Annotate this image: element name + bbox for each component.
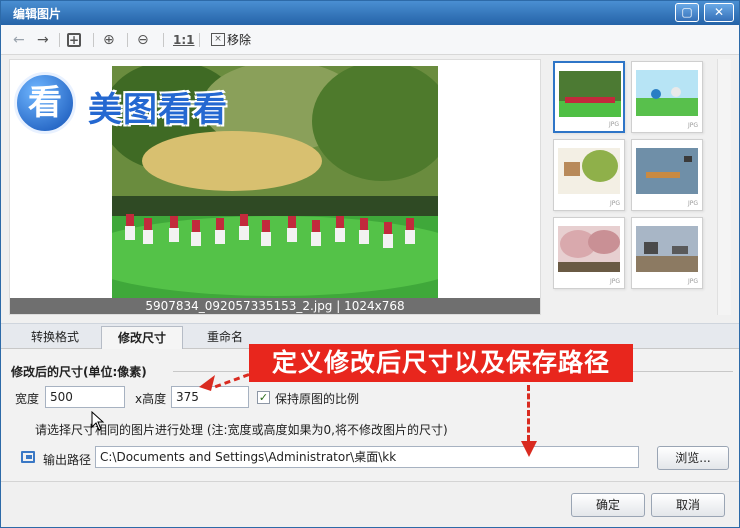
maximize-button[interactable]: ▢ (675, 3, 699, 22)
thumbnail-format: JPG (609, 200, 620, 207)
thumbnail-format: JPG (608, 121, 619, 128)
window-title: 编辑图片 (13, 7, 62, 21)
thumbnail-list: JPG JPG JPG JPG JPG JPG (551, 59, 711, 315)
width-input[interactable]: 500 (45, 386, 125, 408)
output-path-label: 输出路径 (43, 453, 92, 467)
thumbnail-image (558, 226, 620, 272)
tab-resize[interactable]: 修改尺寸 (101, 326, 183, 350)
thumbnail[interactable]: JPG (553, 61, 625, 133)
dialog-footer: 确定 取消 (1, 481, 739, 527)
thumbnail[interactable]: JPG (631, 217, 703, 289)
logo-badge: 看 (14, 72, 76, 134)
toolbar-divider (93, 33, 94, 47)
title-bar: 编辑图片 ▢ ✕ (1, 1, 739, 25)
cancel-button[interactable]: 取消 (651, 493, 725, 517)
image-preview: 看 美图看看 5907834_092057335153_2.jpg | 1024… (9, 59, 541, 315)
annotation-callout: 定义修改后尺寸以及保存路径 (249, 344, 633, 382)
remove-button[interactable]: 移除 (227, 32, 251, 48)
ok-button[interactable]: 确定 (571, 493, 645, 517)
zoom-out-icon[interactable]: ⊖ (137, 32, 149, 48)
mouse-cursor-icon (91, 411, 105, 431)
toolbar-divider (163, 33, 164, 47)
thumbnail-image (636, 70, 698, 116)
close-button[interactable]: ✕ (704, 3, 734, 22)
thumbnail[interactable]: JPG (631, 61, 703, 133)
height-label: x高度 (135, 392, 167, 406)
thumbnail-scrollbar[interactable] (717, 59, 731, 315)
toolbar-divider (127, 33, 128, 47)
thumbnail[interactable]: JPG (553, 217, 625, 289)
toolbar-divider (59, 33, 60, 47)
actual-size-button[interactable]: 1:1 (173, 32, 195, 48)
back-arrow-icon[interactable]: ← (13, 32, 25, 48)
thumbnail-image (636, 226, 698, 272)
annotation-arrow-down (527, 385, 530, 441)
toolbar: ← → + ⊕ ⊖ 1:1 × 移除 (1, 25, 739, 55)
thumbnail-image (559, 71, 621, 117)
tab-convert-format[interactable]: 转换格式 (11, 326, 99, 350)
annotation-arrowhead-down (521, 441, 537, 457)
output-path-input[interactable]: C:\Documents and Settings\Administrator\… (95, 446, 639, 468)
annotation-arrowhead-left (199, 375, 215, 391)
thumbnail-format: JPG (687, 200, 698, 207)
zoom-in-icon[interactable]: ⊕ (103, 32, 115, 48)
keep-ratio-checkbox[interactable]: ✓ (257, 391, 270, 404)
close-icon: ✕ (713, 5, 725, 19)
browse-button[interactable]: 浏览... (657, 446, 729, 470)
keep-ratio-label: 保持原图的比例 (275, 392, 360, 406)
remove-icon[interactable]: × (211, 33, 225, 46)
thumbnail[interactable]: JPG (553, 139, 625, 211)
add-icon[interactable]: + (67, 33, 81, 47)
thumbnail-format: JPG (687, 278, 698, 285)
width-label: 宽度 (15, 392, 40, 406)
toolbar-divider (199, 33, 200, 47)
thumbnail-format: JPG (609, 278, 620, 285)
edit-image-dialog: 编辑图片 ▢ ✕ ← → + ⊕ ⊖ 1:1 × 移除 看 美图看看 59078… (0, 0, 740, 528)
folder-icon (21, 451, 35, 463)
thumbnail-image (636, 148, 698, 194)
meitu-logo: 看 美图看看 (14, 70, 314, 134)
section-title: 修改后的尺寸(单位:像素) (11, 365, 147, 379)
thumbnail-image (558, 148, 620, 194)
thumbnail[interactable]: JPG (631, 139, 703, 211)
image-caption: 5907834_092057335153_2.jpg | 1024x768 (10, 298, 540, 314)
maximize-icon: ▢ (681, 5, 693, 19)
thumbnail-format: JPG (687, 122, 698, 129)
forward-arrow-icon[interactable]: → (37, 32, 49, 48)
logo-text: 美图看看 (88, 90, 228, 130)
